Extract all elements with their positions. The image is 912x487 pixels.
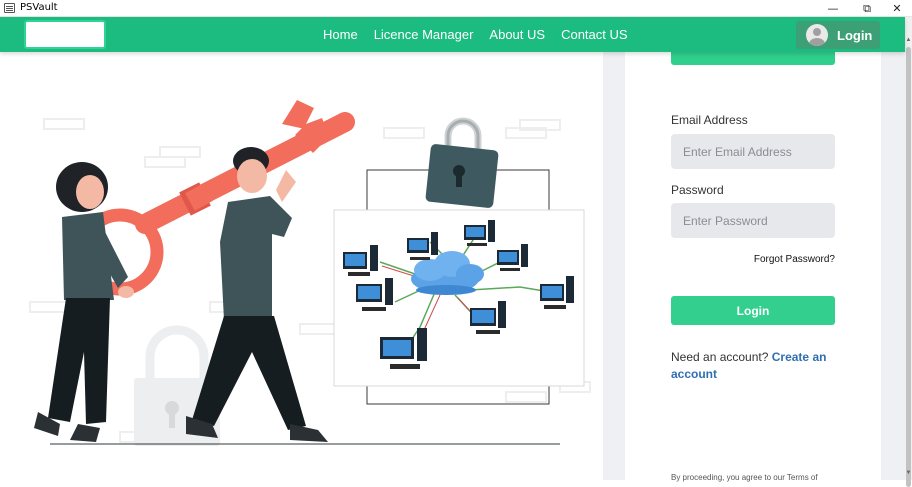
minimize-button[interactable]: —	[818, 0, 848, 17]
nav-login-button[interactable]: Login	[796, 21, 880, 49]
navbar: Home Licence Manager About US Contact US…	[0, 17, 905, 52]
scroll-down-arrow-icon[interactable]: ▼	[905, 470, 912, 476]
window-titlebar: PSVault — ⧉ ✕	[0, 0, 912, 17]
login-card: Email Address Password Forgot Password? …	[625, 52, 881, 482]
nav-link-about-us[interactable]: About US	[489, 27, 545, 42]
key-illustration	[76, 100, 355, 296]
card-top-bar	[671, 52, 835, 65]
email-input[interactable]	[671, 134, 835, 169]
restore-button[interactable]: ⧉	[852, 0, 882, 17]
app-icon	[4, 3, 15, 13]
nav-link-contact-us[interactable]: Contact US	[561, 27, 627, 42]
brand-logo[interactable]	[24, 20, 106, 49]
scroll-up-arrow-icon[interactable]: ▲	[905, 37, 912, 43]
nav-link-licence-manager[interactable]: Licence Manager	[374, 27, 474, 42]
need-account-label: Need an account?	[671, 350, 769, 364]
user-avatar-icon	[806, 24, 828, 46]
window-title: PSVault	[20, 2, 58, 13]
nav-links: Home Licence Manager About US Contact US	[323, 17, 628, 52]
need-account-text: Need an account? Create an account	[671, 349, 841, 383]
cloud-network-image	[333, 209, 585, 387]
scroll-thumb[interactable]	[906, 47, 911, 487]
terms-text: By proceeding, you agree to our Terms of	[671, 473, 818, 482]
email-label: Email Address	[671, 113, 748, 127]
password-label: Password	[671, 183, 724, 197]
vertical-scrollbar[interactable]: ▲ ▼	[905, 17, 912, 487]
hero-illustration	[29, 100, 591, 446]
password-input[interactable]	[671, 203, 835, 238]
close-button[interactable]: ✕	[882, 0, 912, 17]
padlock-icon	[425, 117, 499, 208]
forgot-password-link[interactable]: Forgot Password?	[671, 254, 835, 265]
nav-login-label: Login	[837, 27, 873, 43]
nav-link-home[interactable]: Home	[323, 27, 358, 42]
login-button[interactable]: Login	[671, 296, 835, 325]
